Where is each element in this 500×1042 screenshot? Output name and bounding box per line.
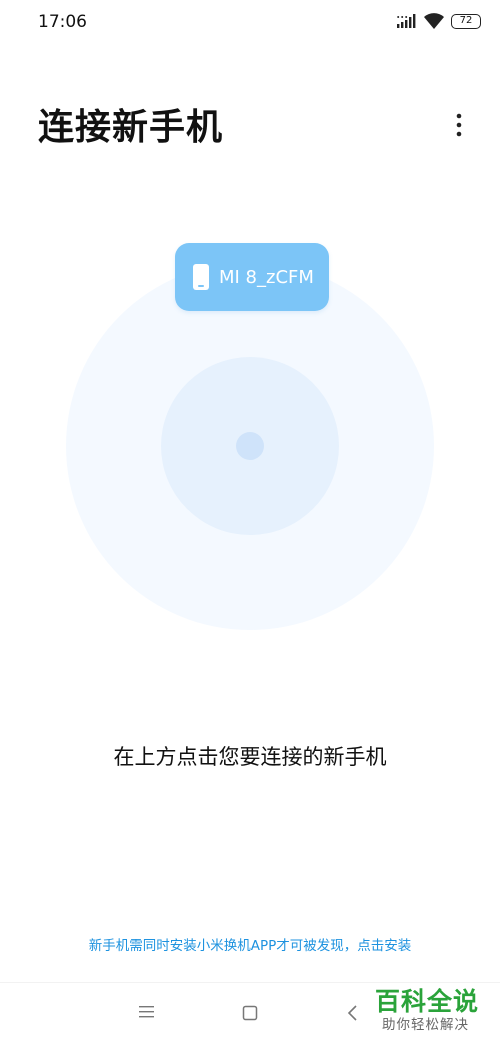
- back-icon[interactable]: [346, 1003, 360, 1023]
- screen: 17:06 72 连接新手机 MI 8_zCFM 在上方点击您要连接的新手机 新…: [0, 0, 500, 1042]
- radar-center-dot: [236, 432, 264, 460]
- battery-indicator: 72: [451, 14, 481, 29]
- status-time: 17:06: [38, 12, 87, 32]
- phone-icon: [193, 264, 209, 290]
- watermark-tagline: 助你轻松解决: [382, 1017, 469, 1033]
- menu-icon[interactable]: [138, 1005, 156, 1019]
- connect-hint-text: 在上方点击您要连接的新手机: [113, 745, 387, 769]
- device-name-label: MI 8_zCFM: [219, 266, 314, 288]
- wifi-icon: [424, 13, 444, 29]
- device-mi8-button[interactable]: MI 8_zCFM: [175, 243, 329, 311]
- more-vertical-icon: [456, 113, 462, 137]
- install-app-link[interactable]: 新手机需同时安装小米换机APP才可被发现，点击安装: [0, 934, 500, 954]
- signal-icon: [397, 14, 416, 28]
- page-title: 连接新手机: [38, 107, 224, 148]
- status-bar: 17:06 72: [0, 0, 500, 44]
- more-options-button[interactable]: [444, 110, 474, 140]
- home-icon[interactable]: [242, 1005, 258, 1021]
